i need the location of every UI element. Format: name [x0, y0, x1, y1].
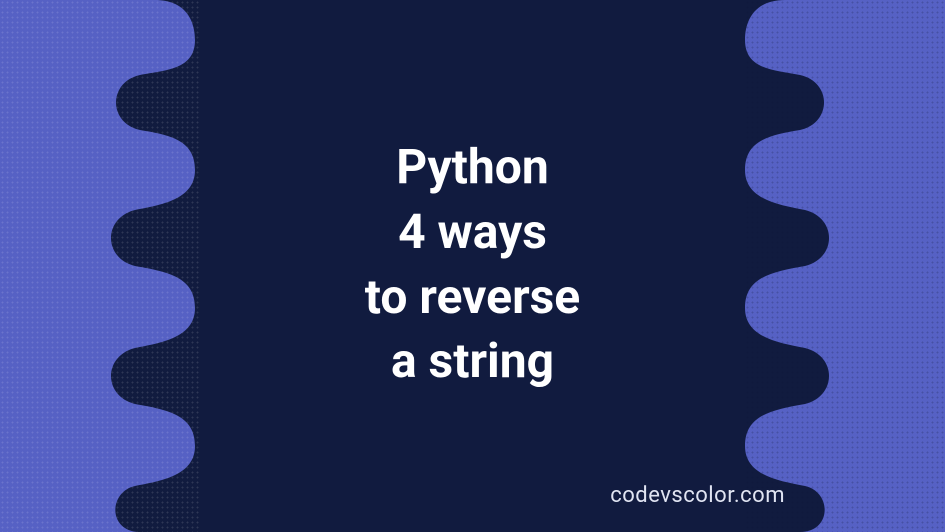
title-line-4: a string [0, 329, 945, 394]
banner-image: Python 4 ways to reverse a string codevs… [0, 0, 945, 532]
title-line-3: to reverse [0, 265, 945, 330]
title-line-2: 4 ways [0, 200, 945, 265]
title-line-1: Python [0, 135, 945, 200]
title-block: Python 4 ways to reverse a string [0, 135, 945, 394]
watermark-text: codevscolor.com [610, 483, 785, 508]
